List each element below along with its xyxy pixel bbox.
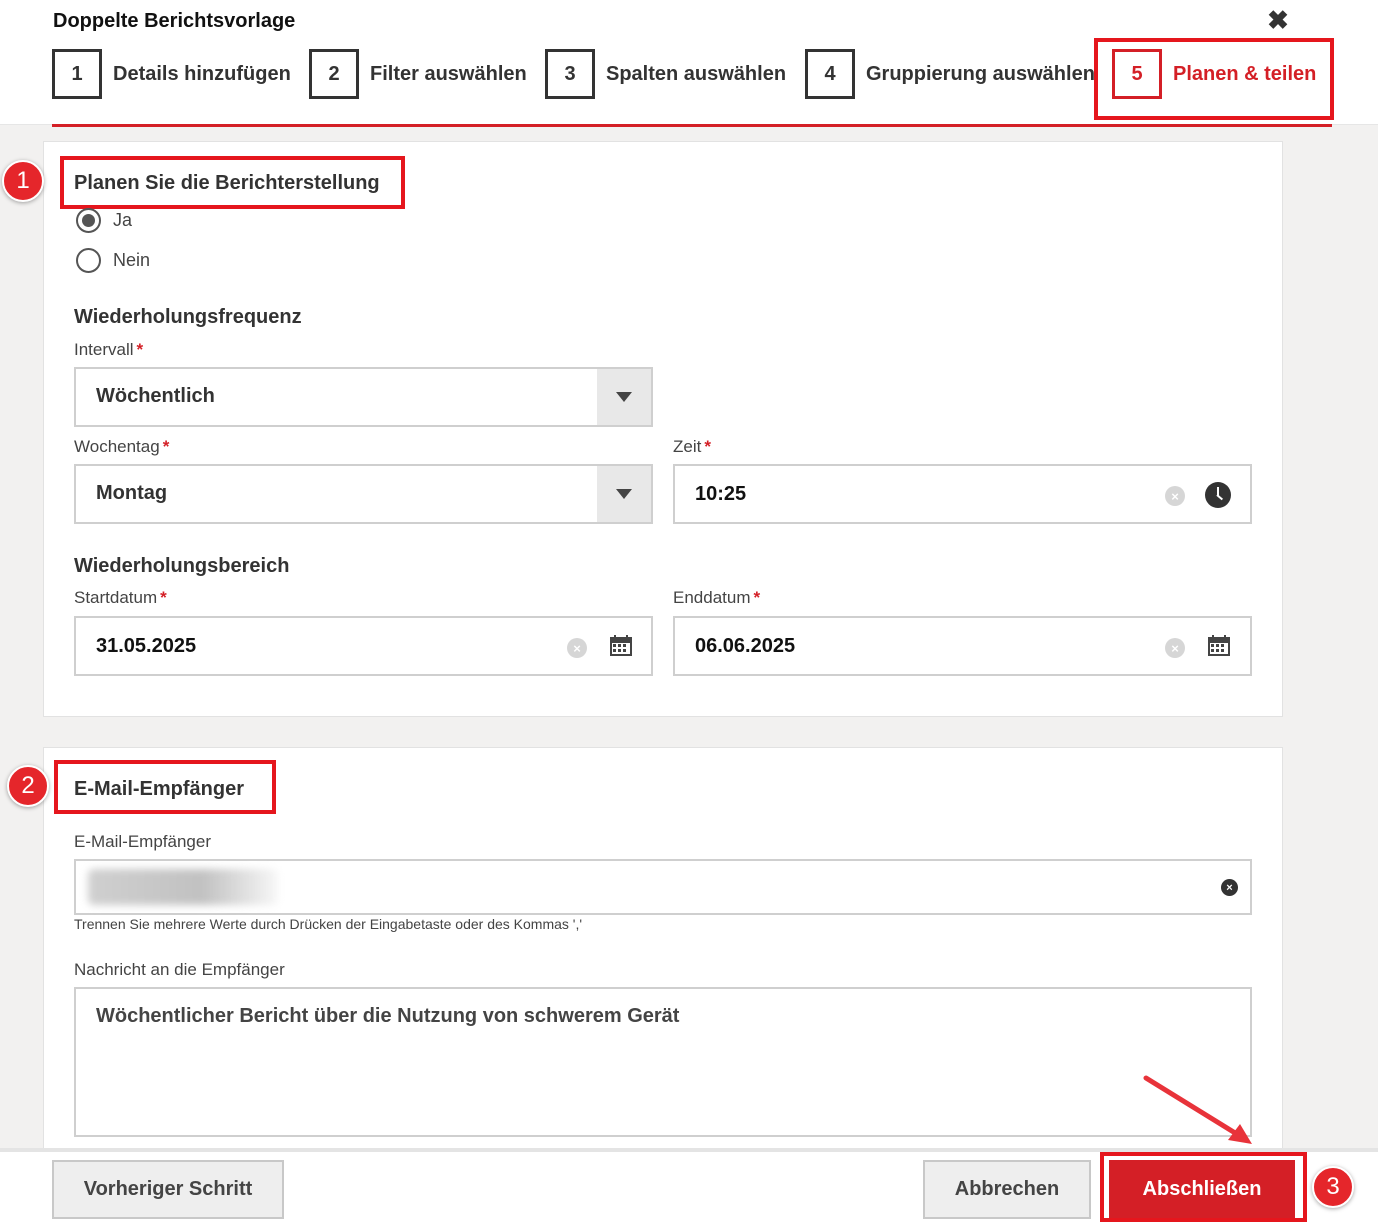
time-label: Zeit * bbox=[673, 437, 711, 457]
step-label: Spalten auswählen bbox=[606, 62, 787, 85]
clear-icon[interactable]: × bbox=[1165, 638, 1185, 658]
step-label: Details hinzufügen bbox=[113, 62, 291, 85]
message-label: Nachricht an die Empfänger bbox=[74, 960, 285, 979]
required-mark: * bbox=[162, 437, 170, 456]
dialog-title: Doppelte Berichtsvorlage bbox=[53, 10, 296, 32]
blurred-recipient-chip bbox=[88, 869, 278, 905]
clear-icon[interactable]: × bbox=[1165, 486, 1185, 506]
radio-button-unchecked[interactable] bbox=[76, 248, 101, 273]
weekday-label: Wochentag * bbox=[74, 437, 169, 457]
interval-label: Intervall * bbox=[74, 340, 143, 360]
step-number: 4 bbox=[805, 49, 855, 99]
start-date-label-text: Startdatum bbox=[74, 588, 158, 607]
required-mark: * bbox=[136, 340, 144, 359]
weekday-select[interactable]: Montag bbox=[74, 464, 653, 524]
frequency-title: Wiederholungsfrequenz bbox=[74, 306, 302, 328]
recipients-input[interactable]: × bbox=[74, 859, 1252, 915]
calendar-icon[interactable] bbox=[1208, 635, 1230, 656]
schedule-title: Planen Sie die Berichterstellung bbox=[74, 172, 380, 194]
clock-icon[interactable] bbox=[1205, 482, 1231, 508]
interval-value: Wöchentlich bbox=[96, 385, 215, 407]
required-mark: * bbox=[753, 588, 761, 607]
chevron-down-icon[interactable] bbox=[597, 466, 651, 522]
annotation-badge-1: 1 bbox=[2, 160, 44, 202]
radio-option-yes[interactable]: Ja bbox=[76, 208, 132, 233]
step-number: 2 bbox=[309, 49, 359, 99]
step-label: Planen & teilen bbox=[1173, 62, 1317, 85]
weekday-value: Montag bbox=[96, 482, 168, 504]
step-label: Gruppierung auswählen bbox=[866, 62, 1095, 85]
required-mark: * bbox=[160, 588, 167, 607]
step-number: 1 bbox=[52, 49, 102, 99]
end-date-value: 06.06.2025 bbox=[695, 635, 796, 657]
range-title: Wiederholungsbereich bbox=[74, 555, 290, 577]
clear-icon[interactable]: × bbox=[1221, 879, 1238, 896]
step-number: 5 bbox=[1112, 49, 1162, 99]
annotation-badge-3: 3 bbox=[1312, 1166, 1354, 1208]
radio-option-no[interactable]: Nein bbox=[76, 248, 150, 273]
radio-label-yes: Ja bbox=[113, 210, 133, 230]
end-date-input[interactable]: 06.06.2025 × bbox=[673, 616, 1252, 676]
email-title: E-Mail-Empfänger bbox=[74, 778, 245, 800]
time-input[interactable]: 10:25 × bbox=[673, 464, 1252, 524]
step-details[interactable]: 1 Details hinzufügen bbox=[52, 49, 291, 99]
step-number: 3 bbox=[545, 49, 595, 99]
end-date-label-text: Enddatum bbox=[673, 588, 751, 607]
interval-label-text: Intervall bbox=[74, 340, 134, 359]
start-date-label: Startdatum * bbox=[74, 588, 167, 608]
previous-step-button[interactable]: Vorheriger Schritt bbox=[52, 1160, 284, 1219]
recipients-hint: Trennen Sie mehrere Werte durch Drücken … bbox=[74, 916, 583, 932]
close-icon[interactable]: ✖ bbox=[1264, 6, 1292, 34]
cancel-button[interactable]: Abbrechen bbox=[923, 1160, 1091, 1219]
weekday-label-text: Wochentag bbox=[74, 437, 160, 456]
end-date-label: Enddatum * bbox=[673, 588, 760, 608]
start-date-input[interactable]: 31.05.2025 × bbox=[74, 616, 653, 676]
step-filter[interactable]: 2 Filter auswählen bbox=[309, 49, 527, 99]
message-textarea[interactable]: Wöchentlicher Bericht über die Nutzung v… bbox=[74, 987, 1252, 1137]
finish-button[interactable]: Abschließen bbox=[1109, 1160, 1295, 1219]
step-schedule-share[interactable]: 5 Planen & teilen bbox=[1112, 49, 1316, 99]
calendar-icon[interactable] bbox=[610, 635, 632, 656]
chevron-down-icon[interactable] bbox=[597, 369, 651, 425]
radio-button-checked[interactable] bbox=[76, 208, 101, 233]
annotation-badge-2: 2 bbox=[7, 765, 49, 807]
active-step-underline bbox=[52, 124, 1332, 127]
step-label: Filter auswählen bbox=[370, 62, 527, 85]
start-date-value: 31.05.2025 bbox=[96, 635, 197, 657]
message-value: Wöchentlicher Bericht über die Nutzung v… bbox=[96, 1005, 680, 1027]
time-label-text: Zeit bbox=[673, 437, 702, 456]
wizard-header: Doppelte Berichtsvorlage ✖ 1 Details hin… bbox=[0, 0, 1378, 125]
clear-icon[interactable]: × bbox=[567, 638, 587, 658]
step-columns[interactable]: 3 Spalten auswählen bbox=[545, 49, 786, 99]
recipients-label: E-Mail-Empfänger bbox=[74, 832, 211, 851]
step-grouping[interactable]: 4 Gruppierung auswählen bbox=[805, 49, 1095, 99]
radio-label-no: Nein bbox=[113, 250, 151, 270]
interval-select[interactable]: Wöchentlich bbox=[74, 367, 653, 427]
required-mark: * bbox=[704, 437, 711, 456]
time-value: 10:25 bbox=[695, 483, 747, 505]
